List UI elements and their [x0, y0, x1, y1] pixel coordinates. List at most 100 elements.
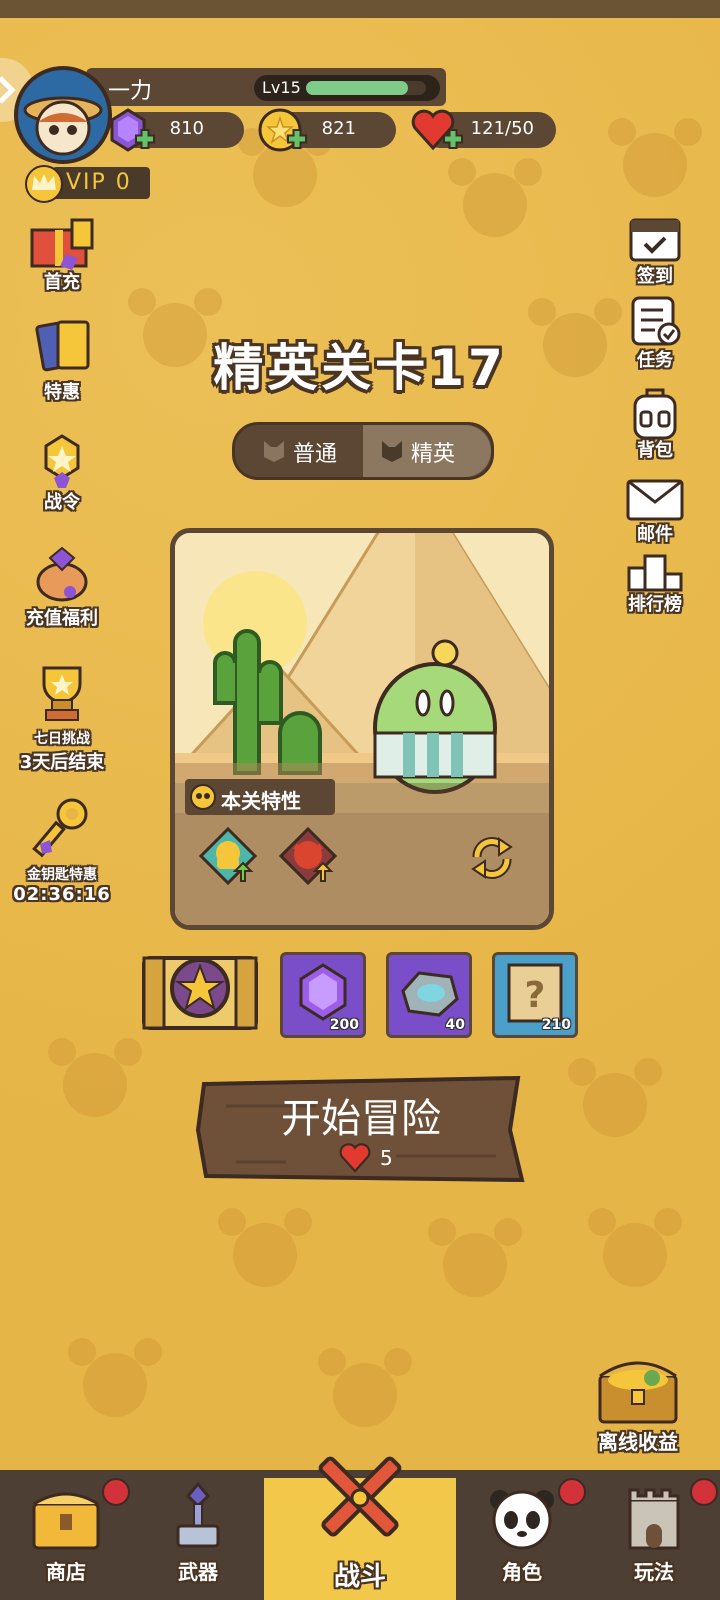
piggy-bank-icon: [36, 546, 88, 602]
nav-label: 战斗: [333, 1562, 386, 1592]
shop-notification-dot: [102, 1478, 130, 1506]
difficulty-tabs: 普通 精英: [232, 422, 494, 480]
level-bar: Lv15: [254, 75, 440, 101]
reward-count: 200: [329, 1017, 359, 1033]
reward-gems[interactable]: 200: [280, 952, 366, 1038]
gift-box-icon: [30, 218, 94, 270]
trait-ally-buff[interactable]: [198, 826, 258, 886]
left-menu-first-recharge[interactable]: 首充: [10, 214, 114, 294]
level-label: Lv15: [262, 78, 301, 97]
left-menu-label: 金钥匙特惠: [27, 867, 97, 883]
left-menu-golden-key-offer[interactable]: 金钥匙特惠 02:36:16: [4, 796, 120, 906]
add-stamina-icon[interactable]: [440, 126, 466, 152]
left-menu-label: 七日挑战: [34, 731, 90, 747]
start-adventure-button[interactable]: 开始冒险 5: [196, 1076, 526, 1184]
vip-badge[interactable]: VIP 0: [22, 164, 152, 203]
nav-weapons[interactable]: 武器: [132, 1470, 264, 1600]
cat-head-icon: [264, 441, 284, 462]
player-name: 一力: [108, 79, 153, 104]
character-notification-dot: [558, 1478, 586, 1506]
hero-portrait-icon: [23, 96, 103, 156]
weapon-icon: [176, 1481, 220, 1548]
heart-icon: [339, 1143, 371, 1173]
offline-rewards-label: 离线收益: [598, 1430, 678, 1454]
exp-progress-track: [306, 81, 426, 95]
trophy-icon: [42, 666, 82, 721]
reward-scroll[interactable]: ? 210: [492, 952, 578, 1038]
offline-rewards-button[interactable]: 离线收益: [578, 1350, 698, 1460]
chest-icon: [32, 1492, 100, 1550]
trait-badge-icon: [190, 784, 216, 810]
cards-icon: [35, 320, 90, 372]
crown-icon: [25, 165, 63, 203]
tab-elite-label: 精英: [411, 442, 456, 467]
start-button-label: 开始冒险: [281, 1096, 441, 1142]
demon-head-icon: [382, 441, 402, 462]
offer-countdown: 02:36:16: [13, 884, 111, 905]
avatar[interactable]: [14, 66, 112, 164]
castle-icon: [628, 1488, 680, 1550]
stamina-cost: 5: [380, 1146, 393, 1170]
vip-label: VIP 0: [66, 170, 132, 195]
left-menu-seven-day-challenge[interactable]: 七日挑战 3天后结束: [0, 660, 124, 773]
mail-icon: [626, 479, 684, 521]
tab-normal[interactable]: 普通: [235, 425, 363, 477]
traits-label-banner: 本关特性: [185, 779, 335, 815]
right-menu-tasks[interactable]: 任务: [610, 296, 700, 371]
nav-label: 商店: [46, 1560, 86, 1584]
reward-count: 210: [541, 1017, 571, 1033]
top-status-strip: [0, 0, 720, 18]
right-menu-checkin[interactable]: 签到: [610, 212, 700, 287]
left-menu-label: 特惠: [44, 382, 80, 403]
right-menu-label: 邮件: [637, 524, 673, 545]
right-menu-label: 签到: [637, 266, 673, 287]
left-menu-label: 充值福利: [26, 608, 98, 629]
nav-label: 玩法: [634, 1560, 674, 1584]
gold-value: 821: [321, 118, 356, 139]
right-menu-label: 背包: [637, 440, 673, 461]
podium-icon: [627, 554, 683, 592]
nav-label: 角色: [502, 1560, 542, 1584]
svg-text:?: ?: [525, 975, 546, 1016]
panda-icon: [490, 1490, 554, 1550]
crossed-swords-icon: [318, 1456, 402, 1537]
traits-label: 本关特性: [221, 789, 301, 813]
left-menu-sublabel: 3天后结束: [19, 752, 105, 773]
right-menu-label: 任务: [637, 350, 673, 371]
add-gems-icon[interactable]: [132, 126, 158, 152]
stage-scene-card: 本关特性: [170, 528, 554, 930]
right-menu-mail[interactable]: 邮件: [610, 478, 700, 545]
battle-pass-icon: [44, 434, 80, 488]
add-gold-icon[interactable]: [284, 126, 310, 152]
left-menu-recharge-bonus[interactable]: 充值福利: [4, 546, 120, 629]
refresh-traits-button[interactable]: [465, 831, 519, 885]
reward-stone[interactable]: 40: [386, 952, 472, 1038]
gameplay-notification-dot: [690, 1478, 718, 1506]
enemy-buff-icon: [278, 826, 338, 886]
tab-normal-label: 普通: [293, 442, 338, 467]
golden-key-icon: [32, 798, 88, 858]
reward-chest[interactable]: [138, 938, 262, 1038]
bottom-navigation: 商店 武器 战斗 角色 玩法: [0, 1456, 720, 1600]
right-menu-backpack[interactable]: 背包: [610, 388, 700, 461]
tab-elite[interactable]: 精英: [363, 425, 491, 477]
left-menu-battle-pass[interactable]: 战令: [10, 432, 114, 513]
stage-title: 精英关卡17: [213, 339, 507, 397]
calendar-icon: [629, 218, 681, 262]
reward-count: 40: [445, 1017, 465, 1033]
left-menu-special-offer[interactable]: 特惠: [10, 318, 114, 403]
nav-label: 武器: [178, 1560, 218, 1584]
trait-enemy-buff[interactable]: [278, 826, 338, 886]
task-list-icon: [631, 296, 681, 346]
backpack-icon: [633, 388, 677, 440]
right-menu-label: 排行榜: [628, 594, 682, 615]
nav-battle[interactable]: 战斗: [264, 1456, 456, 1600]
treasure-chest-icon: [598, 1361, 678, 1424]
gems-value: 810: [169, 118, 204, 139]
refresh-icon: [471, 836, 513, 880]
ally-buff-icon: [198, 826, 258, 886]
stamina-value: 121/50: [470, 118, 534, 139]
star-chest-icon: [142, 956, 258, 1030]
exp-progress-fill: [306, 81, 408, 95]
right-menu-leaderboard[interactable]: 排行榜: [604, 552, 706, 616]
